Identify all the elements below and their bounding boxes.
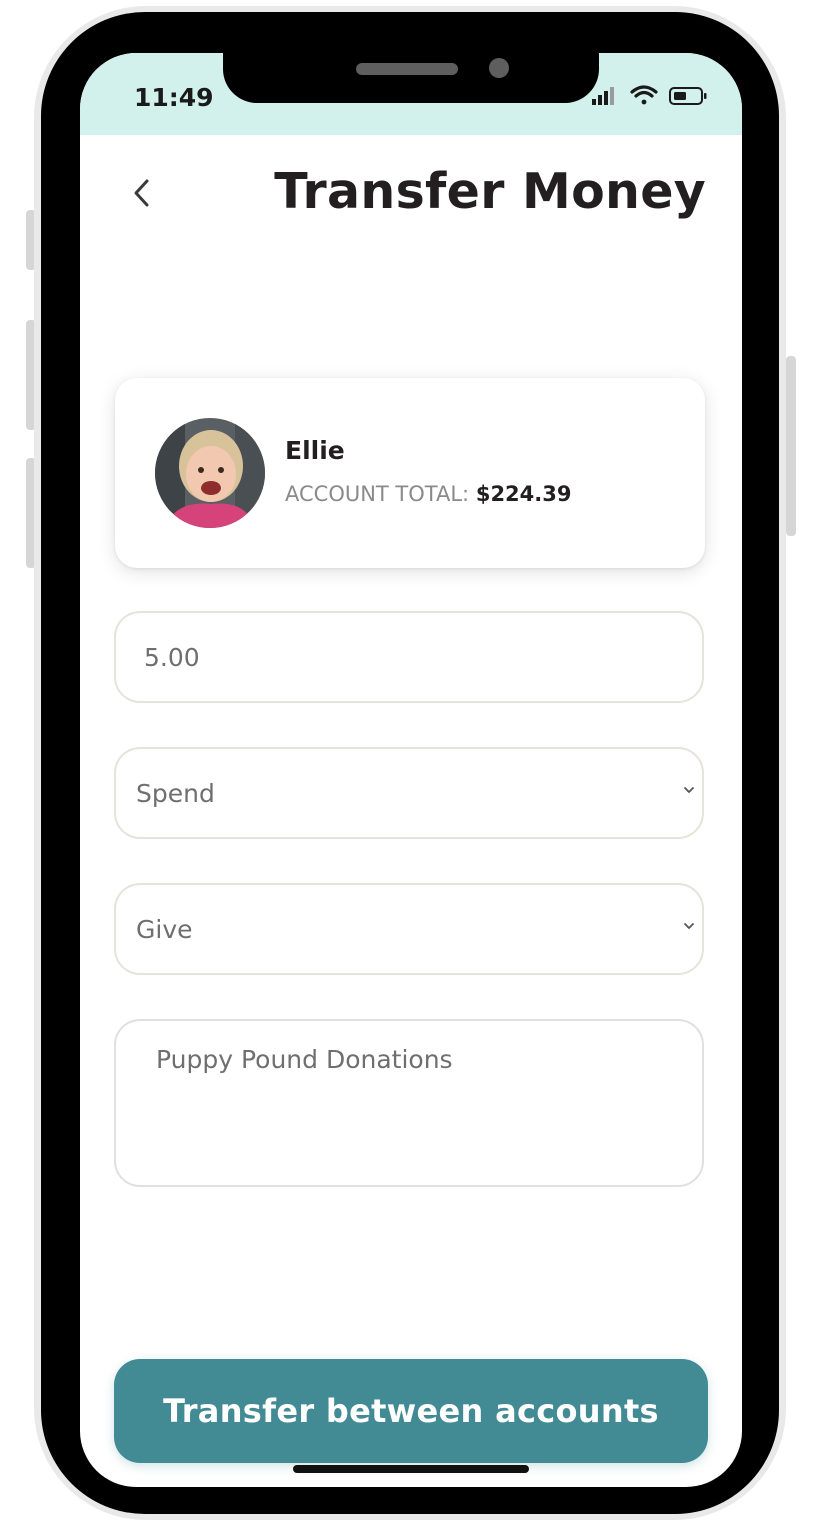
amount-value: 5.00 bbox=[144, 643, 200, 672]
to-account-select[interactable]: Give bbox=[114, 883, 704, 975]
chevron-left-icon bbox=[134, 179, 149, 207]
from-account-value: Spend bbox=[136, 779, 215, 808]
account-name: Ellie bbox=[285, 436, 345, 465]
signal-icon bbox=[592, 87, 614, 105]
battery-icon bbox=[669, 87, 707, 105]
chevron-down-icon bbox=[684, 923, 694, 930]
amount-input[interactable]: 5.00 bbox=[114, 611, 704, 703]
transfer-button[interactable]: Transfer between accounts bbox=[114, 1359, 708, 1463]
page-title: Transfer Money bbox=[274, 163, 706, 220]
avatar bbox=[155, 418, 265, 528]
memo-textarea[interactable]: Puppy Pound Donations bbox=[114, 1019, 704, 1187]
home-indicator bbox=[293, 1465, 529, 1473]
account-total: ACCOUNT TOTAL: $224.39 bbox=[285, 482, 571, 506]
wifi-icon bbox=[630, 85, 658, 105]
phone-notch bbox=[223, 53, 599, 103]
power-button bbox=[786, 356, 796, 536]
memo-value: Puppy Pound Donations bbox=[156, 1045, 453, 1074]
status-icons bbox=[592, 85, 707, 105]
account-card: Ellie ACCOUNT TOTAL: $224.39 bbox=[115, 378, 705, 568]
from-account-select[interactable]: Spend bbox=[114, 747, 704, 839]
status-time: 11:49 bbox=[134, 83, 214, 112]
front-camera bbox=[489, 58, 509, 78]
speaker-grille bbox=[356, 63, 458, 75]
app-screen: 11:49 Transfer Money Ellie ACCOUNT TOTAL… bbox=[80, 53, 742, 1487]
chevron-down-icon bbox=[684, 787, 694, 794]
to-account-value: Give bbox=[136, 915, 193, 944]
account-total-label: ACCOUNT TOTAL: bbox=[285, 482, 470, 506]
back-button[interactable] bbox=[122, 171, 162, 215]
account-total-value: $224.39 bbox=[475, 482, 572, 506]
